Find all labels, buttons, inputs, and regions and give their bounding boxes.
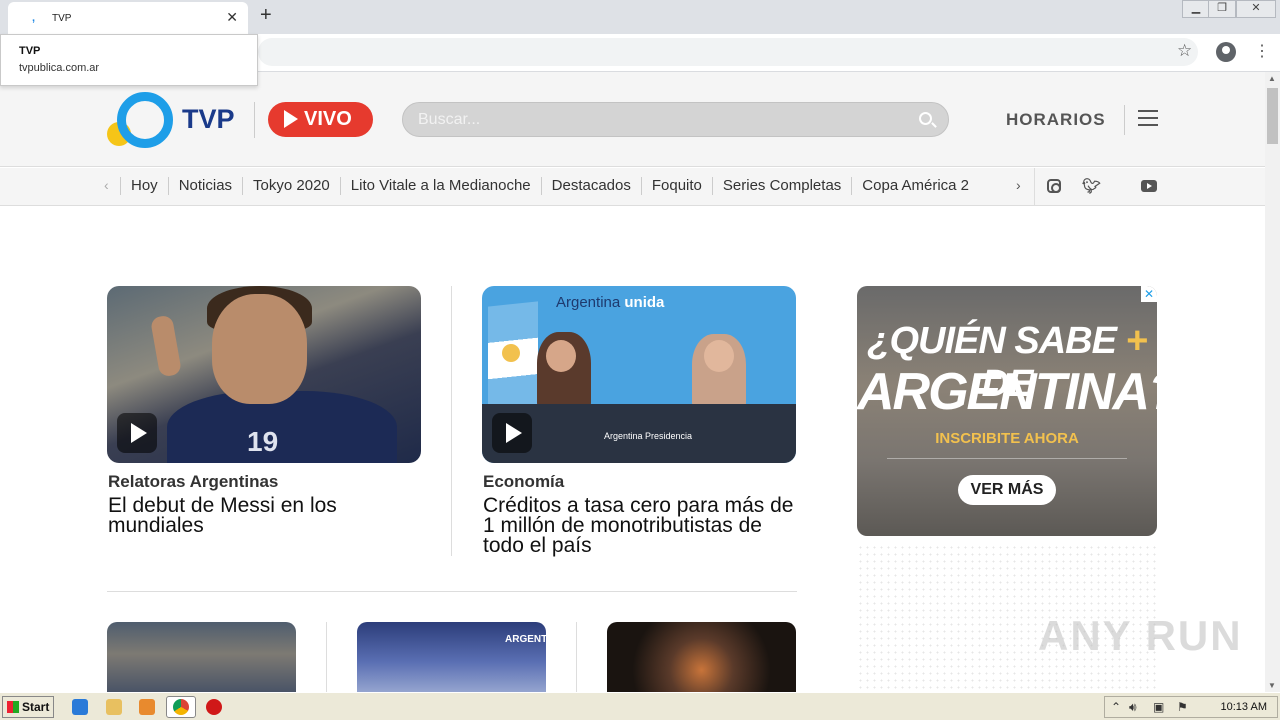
nav-item[interactable]: Series Completas — [711, 177, 851, 195]
header-divider-2 — [1124, 105, 1125, 135]
nav-item[interactable]: Destacados — [540, 177, 641, 195]
security-app-icon[interactable] — [206, 699, 222, 715]
speaker-1-face — [546, 340, 576, 372]
tvp-favicon-icon: , — [32, 12, 36, 24]
close-tab-icon[interactable]: ✕ — [226, 9, 238, 26]
windows-logo-icon — [7, 701, 19, 713]
ie-icon[interactable] — [72, 699, 88, 715]
studio-thumbnail[interactable]: ARGENTINA — [357, 622, 546, 692]
tab-title: TVP — [52, 13, 72, 24]
ver-mas-button[interactable]: VER MÁS — [958, 475, 1056, 505]
studio-sign: ARGENTINA — [505, 634, 546, 645]
search-bar — [402, 102, 949, 137]
bookmark-star-icon[interactable]: ☆ — [1177, 41, 1192, 61]
section-divider — [107, 591, 797, 592]
browser-tab-strip: , TVP ✕ + ▁ ❐ ✕ — [0, 0, 1280, 34]
horarios-link[interactable]: HORARIOS — [1006, 110, 1106, 130]
minimize-button[interactable]: ▁ — [1182, 0, 1210, 18]
vivo-button[interactable]: VIVO — [268, 102, 373, 137]
messi-video-thumbnail[interactable]: 19 — [107, 286, 421, 463]
column-divider-3 — [576, 622, 577, 692]
ad-rule — [887, 458, 1127, 459]
twitter-icon[interactable]: 🐦︎ — [1082, 177, 1101, 195]
jersey-number: 19 — [247, 426, 279, 457]
hamburger-menu-icon[interactable] — [1138, 110, 1158, 128]
windows-taskbar: Start ⌃ 🔊︎ ▣ ⚑ 10:13 AM — [0, 692, 1280, 720]
flag-sun — [502, 344, 520, 362]
chrome-icon — [173, 699, 189, 715]
play-video-icon[interactable] — [117, 413, 157, 453]
ad-cta-text: INSCRIBITE AHORA — [935, 430, 1079, 447]
card-1-kicker[interactable]: Relatoras Argentinas — [108, 472, 278, 492]
clock[interactable]: 10:13 AM — [1221, 701, 1267, 713]
quien-sabe-ad[interactable]: ¿QUIÉN SABE + DE ARGENTINA? INSCRIBITE A… — [857, 286, 1157, 536]
network-icon[interactable]: ▣ — [1153, 700, 1164, 714]
speaker-2-face — [704, 340, 734, 372]
ad-line-2: ARGENTINA? — [857, 363, 1157, 421]
browser-tab[interactable]: , TVP ✕ — [8, 2, 248, 34]
page-scrollbar[interactable]: ▲ ▼ — [1265, 72, 1280, 692]
youtube-icon[interactable] — [1141, 180, 1157, 192]
column-divider — [451, 286, 452, 556]
thumbnail-shirt — [167, 391, 397, 463]
start-button[interactable]: Start — [2, 696, 54, 718]
tray-expand-icon[interactable]: ⌃ — [1111, 700, 1121, 714]
profile-icon[interactable] — [1216, 42, 1236, 62]
media-player-icon[interactable] — [139, 699, 155, 715]
nav-item[interactable]: Tokyo 2020 — [242, 177, 340, 195]
scroll-up-icon[interactable]: ▲ — [1268, 74, 1276, 83]
system-tray: ⌃ 🔊︎ ▣ ⚑ 10:13 AM — [1104, 696, 1278, 718]
new-tab-button[interactable]: + — [260, 4, 272, 27]
header-divider — [254, 102, 255, 138]
economia-video-thumbnail[interactable]: Argentina unida Argentina Presidencia — [482, 286, 796, 463]
column-divider-2 — [326, 622, 327, 692]
tvp-logo[interactable]: TVP — [107, 92, 247, 148]
instagram-icon[interactable] — [1047, 179, 1061, 193]
start-label: Start — [22, 700, 50, 714]
nav-item[interactable]: Lito Vitale a la Medianoche — [339, 177, 541, 195]
card-2-kicker[interactable]: Economía — [483, 472, 564, 492]
nav-items: Hoy Noticias Tokyo 2020 Lito Vitale a la Me… — [120, 168, 1008, 206]
restore-button[interactable]: ❐ — [1208, 0, 1236, 18]
search-icon[interactable] — [919, 112, 932, 125]
tooltip-url: tvpublica.com.ar — [19, 62, 100, 74]
volume-icon[interactable]: 🔊︎ — [1129, 700, 1137, 715]
anyrun-watermark: ANY RUN — [1038, 612, 1243, 659]
nav-item[interactable]: Hoy — [120, 177, 168, 195]
category-nav: ‹ Hoy Noticias Tokyo 2020 Lito Vitale a la … — [0, 168, 1265, 206]
flag-icon[interactable]: ⚑ — [1177, 700, 1188, 714]
ad-close-icon[interactable]: ✕ — [1141, 286, 1157, 302]
tooltip-title: TVP — [19, 45, 41, 57]
tab-hover-tooltip: TVP tvpublica.com.ar — [0, 34, 258, 86]
social-divider — [1034, 168, 1035, 206]
window-close-button[interactable]: ✕ — [1236, 0, 1276, 18]
web-page: TVP VIVO HORARIOS ‹ HoyNoticiasTokyo 202… — [0, 72, 1265, 692]
nav-item[interactable]: Copa América 2 — [851, 177, 979, 195]
card-2-headline[interactable]: Créditos a tasa cero para más de 1 milló… — [483, 495, 795, 556]
logo-text: TVP — [182, 104, 235, 134]
thumbnail-banner: Argentina unida — [556, 294, 665, 311]
scroll-thumb[interactable] — [1267, 88, 1278, 144]
nav-scroll-left-icon[interactable]: ‹ — [104, 177, 109, 193]
nav-item[interactable]: Noticias — [167, 177, 242, 195]
site-header: TVP VIVO HORARIOS — [0, 72, 1265, 167]
browser-menu-icon[interactable]: ⋮ — [1254, 41, 1270, 61]
thumbnail-finger — [149, 314, 183, 378]
vivo-label: VIVO — [304, 108, 352, 130]
thumbnail-face — [212, 294, 307, 404]
card-1-headline[interactable]: El debut de Messi en los mundiales — [108, 495, 408, 536]
scroll-down-icon[interactable]: ▼ — [1268, 681, 1276, 690]
nav-item[interactable]: Foquito — [640, 177, 712, 195]
nav-scroll-right-icon[interactable]: › — [1016, 177, 1021, 193]
search-input[interactable] — [418, 110, 898, 130]
table-label: Argentina Presidencia — [604, 431, 693, 441]
play-icon — [284, 110, 298, 128]
earth-thumbnail[interactable] — [607, 622, 796, 692]
group-photo-thumbnail[interactable] — [107, 622, 296, 692]
explorer-folder-icon[interactable] — [106, 699, 122, 715]
play-video-icon[interactable] — [492, 413, 532, 453]
omnibox[interactable] — [258, 38, 1198, 66]
logo-blue-ring — [117, 92, 173, 148]
